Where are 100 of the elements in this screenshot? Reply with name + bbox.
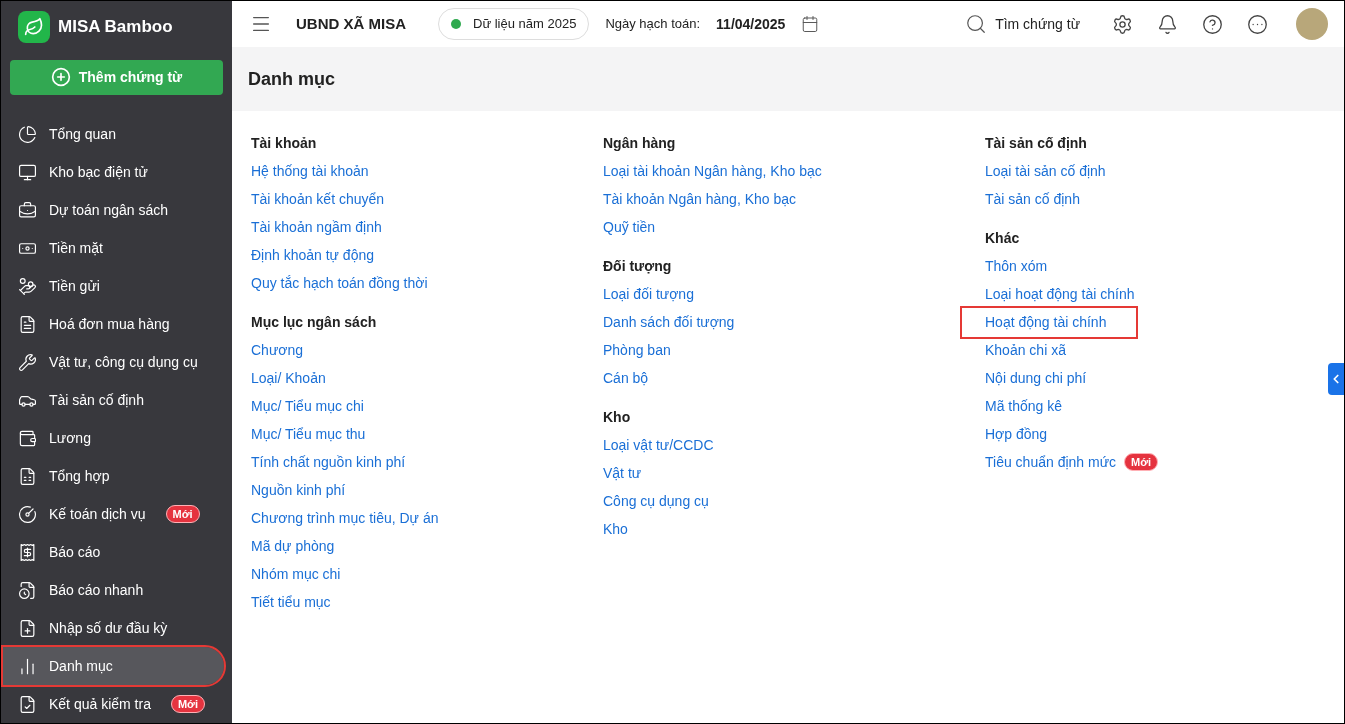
- calendar-icon[interactable]: [801, 15, 820, 33]
- sidebar-item[interactable]: Tổng quan: [3, 115, 224, 153]
- sidebar-item[interactable]: Danh mục: [3, 647, 224, 685]
- catalog-link[interactable]: Loại hoạt động tài chính: [985, 283, 1135, 305]
- hand-coin-icon: [18, 276, 37, 296]
- collapse-tab[interactable]: [1328, 363, 1344, 395]
- catalog-link[interactable]: Hoạt động tài chính: [960, 305, 1139, 339]
- sidebar-item[interactable]: Dự toán ngân sách: [3, 191, 224, 229]
- sidebar-item[interactable]: Kế toán dịch vụ Mới: [3, 495, 224, 533]
- plus-icon: [50, 67, 71, 88]
- section-heading: Tài sản cố định: [985, 134, 1088, 153]
- catalog-link[interactable]: Nội dung chi phí: [985, 367, 1087, 389]
- new-badge: Mới: [165, 505, 200, 523]
- sidebar-item[interactable]: Kho bạc điện tử: [3, 153, 224, 191]
- catalog-link[interactable]: Tiêu chuẩn định mức: [985, 451, 1117, 473]
- catalog-link[interactable]: Khoản chi xã: [985, 339, 1066, 361]
- catalog-link[interactable]: Thôn xóm: [985, 255, 1048, 277]
- sidebar-label: Lương: [49, 428, 91, 448]
- catalog-link[interactable]: Tính chất nguồn kinh phí: [251, 451, 406, 473]
- catalog-link[interactable]: Chương: [251, 339, 304, 361]
- sidebar-label: Dự toán ngân sách: [49, 200, 169, 220]
- add-voucher-button[interactable]: Thêm chứng từ: [10, 59, 223, 95]
- sidebar-label: Kế toán dịch vụ: [49, 504, 146, 524]
- catalog-link[interactable]: Mã dự phòng: [251, 535, 335, 557]
- sheet-icon: [18, 466, 37, 486]
- catalog-link[interactable]: Hợp đồng: [985, 423, 1048, 445]
- sidebar-label: Kho bạc điện tử: [49, 162, 148, 182]
- catalog-link[interactable]: Mục/ Tiểu mục thu: [251, 423, 366, 445]
- catalog-link[interactable]: Quỹ tiền: [603, 216, 656, 238]
- catalog-link[interactable]: Nhóm mục chi: [251, 563, 341, 585]
- page-title: Danh mục: [248, 67, 335, 91]
- section-heading: Tài khoản: [251, 134, 318, 153]
- catalog-link[interactable]: Vật tư: [603, 462, 642, 484]
- new-badge: Mới: [1124, 453, 1159, 471]
- catalog-link[interactable]: Loại đối tượng: [603, 283, 694, 305]
- catalog-link[interactable]: Chương trình mục tiêu, Dự án: [251, 507, 439, 529]
- sidebar-label: Tiền mặt: [49, 238, 103, 258]
- catalog-link[interactable]: Tài khoản Ngân hàng, Kho bạc: [603, 188, 797, 210]
- sidebar-item[interactable]: Tiền mặt: [3, 229, 224, 267]
- logo-icon: [18, 10, 50, 43]
- document-icon: [18, 314, 37, 334]
- help-icon[interactable]: [1202, 13, 1223, 35]
- sidebar-label: Tài sản cố định: [49, 390, 144, 410]
- bell-icon[interactable]: [1157, 13, 1178, 35]
- catalog-link[interactable]: Công cụ dụng cụ: [603, 490, 709, 512]
- organization-name: UBND XÃ MISA: [296, 13, 406, 34]
- section-heading: Ngân hàng: [603, 134, 677, 153]
- sidebar-item[interactable]: Lương: [3, 419, 224, 457]
- section-heading: Kho: [603, 408, 632, 427]
- sidebar-label: Tổng quan: [49, 124, 116, 144]
- section-heading: Khác: [985, 229, 1021, 248]
- briefcase-icon: [18, 200, 37, 220]
- catalog-link[interactable]: Phòng ban: [603, 339, 671, 361]
- date-label: Ngày hạch toán:: [605, 15, 701, 34]
- catalog-link[interactable]: Tài khoản ngầm định: [251, 216, 382, 238]
- catalog-link[interactable]: Danh sách đối tượng: [603, 311, 735, 333]
- catalog-link[interactable]: Mã thống kê: [985, 395, 1063, 417]
- catalog-link[interactable]: Định khoản tự động: [251, 244, 374, 266]
- catalog-link[interactable]: Quy tắc hạch toán đồng thời: [251, 272, 428, 294]
- sidebar-item[interactable]: Nhập số dư đầu kỳ: [3, 609, 224, 647]
- sidebar-label: Nhập số dư đầu kỳ: [49, 618, 168, 638]
- monitor-icon: [18, 162, 37, 182]
- more-icon[interactable]: [1247, 13, 1268, 35]
- sidebar-item[interactable]: Tài sản cố định: [3, 381, 224, 419]
- app-name: MISA Bamboo: [58, 16, 173, 38]
- section-heading: Mục lục ngân sách: [251, 313, 378, 332]
- sidebar-item[interactable]: Vật tư, công cụ dụng cụ: [3, 343, 224, 381]
- sidebar-item[interactable]: Tổng hợp: [3, 457, 224, 495]
- catalog-link[interactable]: Loại/ Khoản: [251, 367, 326, 389]
- sidebar-label: Tổng hợp: [49, 466, 110, 486]
- catalog-link[interactable]: Nguồn kinh phí: [251, 479, 346, 501]
- tools-icon: [18, 352, 37, 372]
- receipt-icon: [18, 542, 37, 562]
- document-clock-icon: [18, 580, 37, 600]
- sidebar-item[interactable]: Tiền gửi: [3, 267, 224, 305]
- sidebar-item[interactable]: Kết quả kiểm tra Mới: [3, 685, 224, 723]
- sidebar-item[interactable]: Báo cáo nhanh: [3, 571, 224, 609]
- settings-icon[interactable]: [1112, 13, 1133, 35]
- catalog-link[interactable]: Cán bộ: [603, 367, 649, 389]
- bars-icon: [18, 656, 37, 676]
- catalog-link[interactable]: Hệ thống tài khoản: [251, 160, 369, 182]
- search-button[interactable]: Tìm chứng từ: [965, 13, 1080, 35]
- catalog-link[interactable]: Mục/ Tiểu mục chi: [251, 395, 364, 417]
- sidebar-label: Kết quả kiểm tra: [49, 694, 151, 714]
- sidebar-label: Báo cáo nhanh: [49, 580, 144, 600]
- sidebar-label: Hoá đơn mua hàng: [49, 314, 170, 334]
- catalog-link[interactable]: Tiết tiểu mục: [251, 591, 331, 613]
- catalog-link[interactable]: Loại tài khoản Ngân hàng, Kho bạc: [603, 160, 822, 182]
- sidebar-item[interactable]: Hoá đơn mua hàng: [3, 305, 224, 343]
- sidebar-label: Danh mục: [49, 656, 113, 676]
- catalog-link[interactable]: Kho: [603, 518, 628, 540]
- catalog-link[interactable]: Loại tài sản cố định: [985, 160, 1106, 182]
- sidebar-item[interactable]: Báo cáo: [3, 533, 224, 571]
- catalog-link[interactable]: Loại vật tư/CCDC: [603, 434, 714, 456]
- catalog-link[interactable]: Tài khoản kết chuyển: [251, 188, 385, 210]
- sidebar-label: Tiền gửi: [49, 276, 100, 296]
- catalog-link[interactable]: Tài sản cố định: [985, 188, 1080, 210]
- sidebar-label: Vật tư, công cụ dụng cụ: [49, 352, 198, 372]
- document-plus-icon: [18, 618, 37, 638]
- section-heading: Đối tượng: [603, 257, 673, 276]
